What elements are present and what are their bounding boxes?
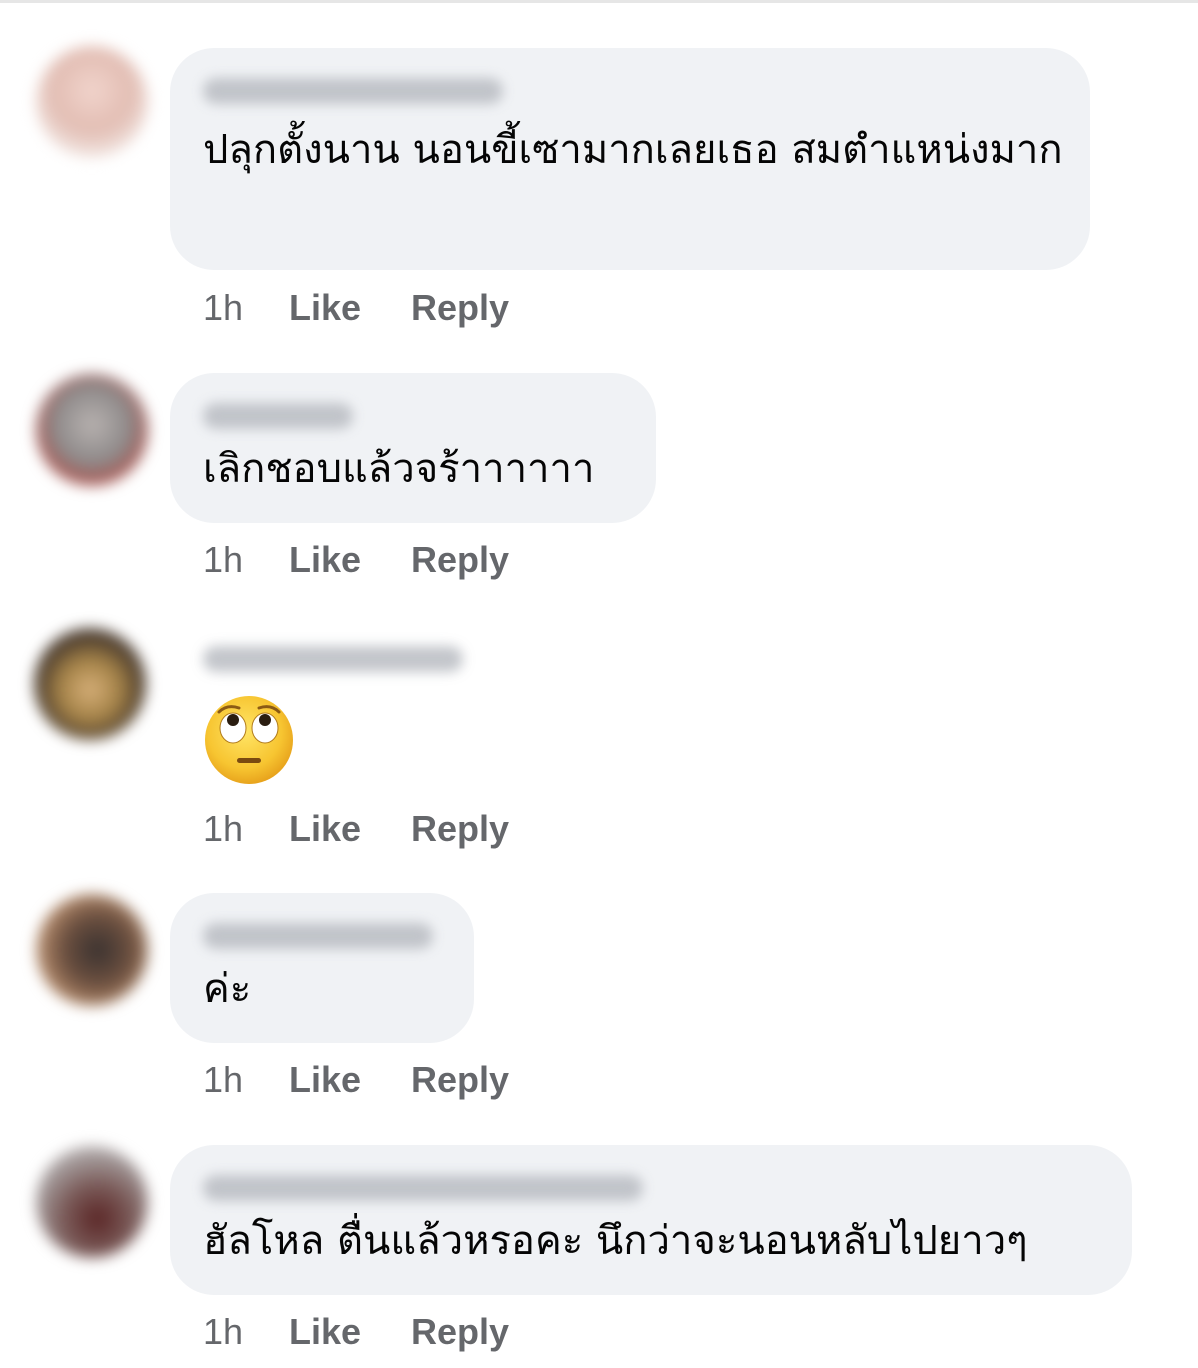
avatar[interactable] [36,374,148,486]
like-button[interactable]: Like [289,287,411,329]
reply-button[interactable]: Reply [411,1311,509,1353]
like-button[interactable]: Like [289,1311,411,1353]
author-name [203,104,204,105]
face-with-rolling-eyes-icon [205,696,293,784]
like-button[interactable]: Like [289,539,411,581]
like-button[interactable]: Like [289,1059,411,1101]
comments-page: ปลุกตั้งนาน นอนขี้เซามากเลยเธอ สมตำแหน่ง… [0,0,1198,1368]
author-name [203,1201,204,1202]
like-button[interactable]: Like [289,808,411,850]
comment-text: เลิกชอบแล้วจร้าาาาาา [203,446,595,492]
comment-text: ฮัลโหล ตื่นแล้วหรอคะ นึกว่าจะนอนหลับไปยา… [203,1218,1028,1264]
comment-bubble: ปลุกตั้งนาน นอนขี้เซามากเลยเธอ สมตำแหน่ง… [170,48,1090,270]
avatar[interactable] [36,46,148,158]
author-name [203,672,204,673]
comment-actions: 1h Like Reply [203,1055,509,1105]
author-name [203,429,204,430]
reply-button[interactable]: Reply [411,287,509,329]
reply-button[interactable]: Reply [411,808,509,850]
comment-bubble [170,628,500,798]
author-name-blurred[interactable] [203,646,463,672]
author-name-blurred[interactable] [203,403,353,429]
author-name [203,949,204,950]
reply-button[interactable]: Reply [411,539,509,581]
timestamp[interactable]: 1h [203,539,289,581]
avatar[interactable] [36,1146,148,1258]
comment-actions: 1h Like Reply [203,283,509,333]
comment-text: ปลุกตั้งนาน นอนขี้เซามากเลยเธอ สมตำแหน่ง… [203,127,1063,173]
author-name-blurred[interactable] [203,1175,643,1201]
comment-bubble: ค่ะ [170,893,474,1043]
comment-actions: 1h Like Reply [203,535,509,585]
avatar[interactable] [34,628,146,740]
reply-button[interactable]: Reply [411,1059,509,1101]
author-name-blurred[interactable] [203,923,433,949]
comment-bubble: เลิกชอบแล้วจร้าาาาาา [170,373,656,523]
top-divider [0,0,1198,3]
author-name-blurred[interactable] [203,78,503,104]
comment-actions: 1h Like Reply [203,804,509,854]
avatar[interactable] [36,894,148,1006]
comment-actions: 1h Like Reply [203,1307,509,1357]
timestamp[interactable]: 1h [203,1311,289,1353]
comment-text: ค่ะ [203,966,252,1012]
timestamp[interactable]: 1h [203,287,289,329]
timestamp[interactable]: 1h [203,1059,289,1101]
comment-bubble: ฮัลโหล ตื่นแล้วหรอคะ นึกว่าจะนอนหลับไปยา… [170,1145,1132,1295]
timestamp[interactable]: 1h [203,808,289,850]
